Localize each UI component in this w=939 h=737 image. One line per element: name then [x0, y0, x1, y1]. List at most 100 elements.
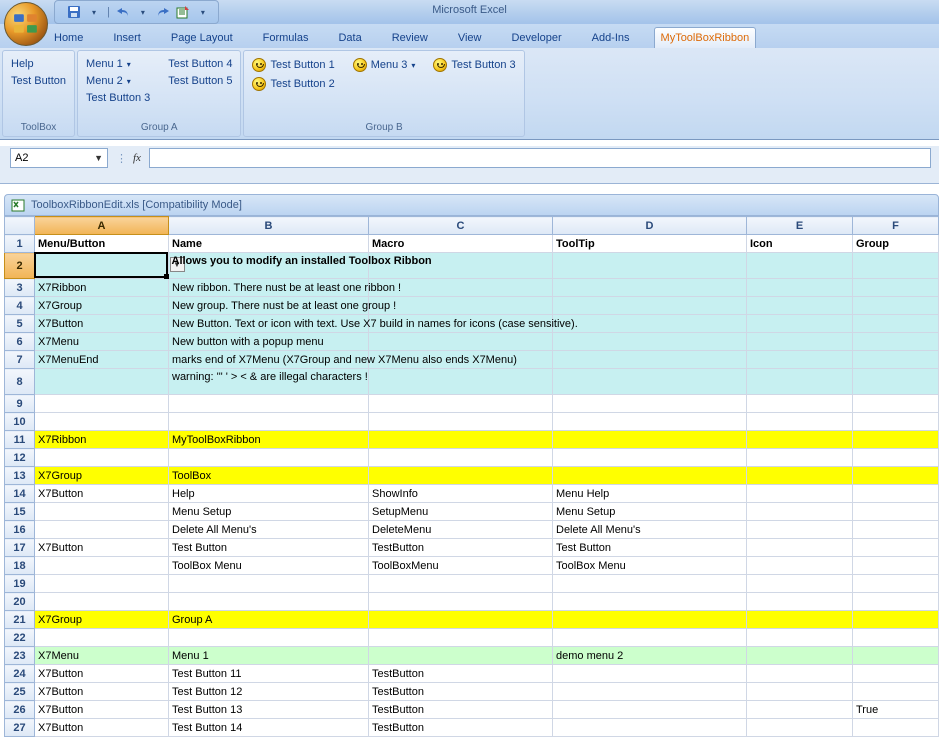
cell[interactable] [169, 629, 369, 647]
cell[interactable]: X7Button [35, 315, 169, 333]
cell[interactable] [169, 575, 369, 593]
formula-input[interactable] [149, 148, 931, 168]
cell[interactable] [553, 253, 747, 279]
cell[interactable] [853, 557, 939, 575]
tab-home[interactable]: Home [48, 28, 89, 48]
cell[interactable]: X7Menu [35, 333, 169, 351]
cell[interactable]: X7Group [35, 611, 169, 629]
cell[interactable]: X7Button [35, 665, 169, 683]
cell[interactable] [747, 485, 853, 503]
cell[interactable] [853, 647, 939, 665]
col-header-D[interactable]: D [553, 217, 747, 235]
row-header-10[interactable]: 10 [5, 413, 35, 431]
cell[interactable] [853, 665, 939, 683]
cell[interactable]: SetupMenu [369, 503, 553, 521]
tab-insert[interactable]: Insert [107, 28, 147, 48]
cell[interactable] [369, 467, 553, 485]
ribbon-button[interactable]: Menu 1▾ [84, 57, 152, 71]
cell[interactable] [553, 279, 747, 297]
cell[interactable] [369, 575, 553, 593]
cell[interactable]: X7Button [35, 539, 169, 557]
ribbon-button[interactable]: Test Button 1 [250, 57, 336, 73]
cell[interactable] [369, 395, 553, 413]
cell[interactable] [747, 611, 853, 629]
cell[interactable] [369, 629, 553, 647]
cell[interactable]: TestButton [369, 539, 553, 557]
cell[interactable] [553, 683, 747, 701]
cell[interactable] [747, 413, 853, 431]
cell[interactable]: TestButton [369, 701, 553, 719]
cell[interactable] [553, 395, 747, 413]
cell[interactable] [747, 315, 853, 333]
cell[interactable] [553, 719, 747, 737]
cell[interactable] [747, 539, 853, 557]
cell[interactable] [553, 369, 747, 395]
col-header-E[interactable]: E [747, 217, 853, 235]
cell[interactable] [35, 253, 169, 279]
cell[interactable] [35, 521, 169, 539]
select-all-corner[interactable] [5, 217, 35, 235]
cell[interactable] [35, 557, 169, 575]
cell[interactable] [747, 683, 853, 701]
cell[interactable] [35, 503, 169, 521]
cell[interactable] [35, 449, 169, 467]
cell[interactable] [853, 467, 939, 485]
ribbon-button[interactable]: Test Button 2 [250, 76, 336, 92]
cell[interactable] [553, 575, 747, 593]
tab-review[interactable]: Review [386, 28, 434, 48]
save-icon[interactable] [65, 3, 83, 21]
row-header-22[interactable]: 22 [5, 629, 35, 647]
cell[interactable] [747, 333, 853, 351]
cell[interactable] [369, 297, 553, 315]
row-header-15[interactable]: 15 [5, 503, 35, 521]
cell[interactable]: New Button. Text or icon with text. Use … [169, 315, 369, 333]
cell[interactable] [747, 503, 853, 521]
cell[interactable] [747, 395, 853, 413]
row-header-13[interactable]: 13 [5, 467, 35, 485]
cell[interactable] [369, 647, 553, 665]
tab-formulas[interactable]: Formulas [257, 28, 315, 48]
cell[interactable] [169, 449, 369, 467]
cell[interactable] [553, 467, 747, 485]
cell[interactable] [853, 431, 939, 449]
row-header-24[interactable]: 24 [5, 665, 35, 683]
cell[interactable]: TestButton [369, 683, 553, 701]
name-box[interactable]: A2 ▼ [10, 148, 108, 168]
cell[interactable]: Group A [169, 611, 369, 629]
cell[interactable]: Test Button 14 [169, 719, 369, 737]
cell[interactable] [747, 593, 853, 611]
cell[interactable]: MyToolBoxRibbon [169, 431, 369, 449]
cell[interactable] [553, 665, 747, 683]
tab-mytoolboxribbon[interactable]: MyToolBoxRibbon [654, 27, 757, 48]
cell[interactable] [853, 333, 939, 351]
row-header-2[interactable]: 2 [5, 253, 35, 279]
cell[interactable] [853, 575, 939, 593]
cell[interactable]: ShowInfo [369, 485, 553, 503]
cell[interactable]: Delete All Menu's [169, 521, 369, 539]
cell[interactable]: X7Ribbon [35, 431, 169, 449]
cell[interactable] [853, 485, 939, 503]
cell[interactable] [853, 369, 939, 395]
tab-add-ins[interactable]: Add-Ins [586, 28, 636, 48]
row-header-5[interactable]: 5 [5, 315, 35, 333]
cell[interactable] [553, 449, 747, 467]
undo-dropdown-icon[interactable]: ▾ [134, 3, 152, 21]
cell[interactable]: TestButton [369, 719, 553, 737]
cell[interactable] [369, 369, 553, 395]
fx-icon[interactable]: fx [133, 152, 141, 164]
cell[interactable]: Macro [369, 235, 553, 253]
cell[interactable] [553, 629, 747, 647]
row-header-25[interactable]: 25 [5, 683, 35, 701]
cell[interactable]: Menu 1 [169, 647, 369, 665]
cell[interactable] [747, 629, 853, 647]
row-header-21[interactable]: 21 [5, 611, 35, 629]
cell[interactable] [169, 413, 369, 431]
row-header-4[interactable]: 4 [5, 297, 35, 315]
cell[interactable]: Test Button 13 [169, 701, 369, 719]
cell[interactable] [369, 431, 553, 449]
row-header-7[interactable]: 7 [5, 351, 35, 369]
name-box-dropdown-icon[interactable]: ▼ [94, 153, 103, 163]
tab-data[interactable]: Data [332, 28, 367, 48]
workbook-titlebar[interactable]: ToolboxRibbonEdit.xls [Compatibility Mod… [4, 194, 939, 216]
cell[interactable]: ToolBox [169, 467, 369, 485]
